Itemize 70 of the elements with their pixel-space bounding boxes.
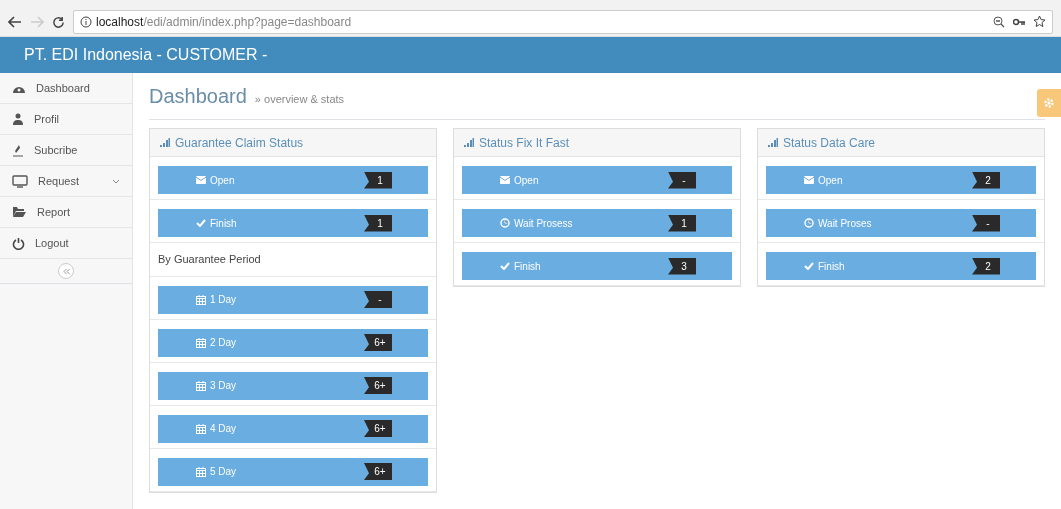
calendar-icon	[196, 423, 206, 434]
pen-icon	[12, 143, 24, 157]
clock-icon	[500, 218, 510, 228]
stat-button[interactable]: Wait Prosess 1	[462, 209, 732, 237]
sidebar-item[interactable]: Dashboard	[0, 73, 132, 104]
sidebar-item[interactable]: Profil	[0, 104, 132, 135]
monitor-icon	[12, 174, 28, 188]
back-icon[interactable]	[8, 13, 22, 30]
envelope-icon	[500, 176, 510, 184]
count-badge: 6+	[364, 377, 392, 394]
count-badge: 1	[364, 171, 392, 189]
check-icon	[804, 262, 814, 270]
stat-button[interactable]: 5 Day 6+	[158, 457, 428, 486]
stat-button[interactable]: Open -	[462, 166, 732, 194]
stat-button[interactable]: Wait Proses -	[766, 209, 1036, 237]
sidebar-item[interactable]: Subcribe	[0, 135, 132, 166]
calendar-icon	[196, 337, 206, 348]
stat-button[interactable]: Finish 2	[766, 252, 1036, 280]
count-badge: -	[364, 291, 392, 308]
chevron-down-icon	[112, 178, 120, 184]
page-title: Dashboard	[149, 84, 247, 109]
calendar-icon	[196, 294, 206, 305]
envelope-icon	[196, 176, 206, 184]
page-subtitle: » overview & stats	[254, 92, 345, 107]
count-badge: 2	[972, 171, 1000, 189]
count-badge: -	[668, 171, 696, 189]
count-badge: 6+	[364, 334, 392, 351]
folder-icon	[12, 206, 27, 218]
bar-chart-icon	[768, 138, 778, 147]
count-badge: -	[972, 214, 1000, 232]
count-badge: 1	[364, 214, 392, 232]
zoom-out-icon[interactable]	[993, 15, 1005, 28]
bar-chart-icon	[464, 138, 474, 147]
count-badge: 3	[668, 257, 696, 275]
stat-button[interactable]: Finish 1	[158, 209, 428, 237]
count-badge: 6+	[364, 463, 392, 480]
clock-icon	[804, 218, 814, 228]
stat-button[interactable]: 3 Day 6+	[158, 371, 428, 400]
key-icon[interactable]	[1013, 17, 1025, 26]
check-icon	[500, 262, 510, 270]
count-badge: 2	[972, 257, 1000, 275]
user-icon	[12, 113, 24, 125]
power-icon	[12, 236, 25, 250]
envelope-icon	[804, 176, 814, 184]
sidebar-item[interactable]: Logout	[0, 228, 132, 259]
star-icon[interactable]	[1033, 15, 1046, 28]
stat-button[interactable]: Open 1	[158, 166, 428, 194]
count-badge: 6+	[364, 420, 392, 437]
stat-button[interactable]: Finish 3	[462, 252, 732, 280]
panel-title: Status Fix It Fast	[479, 134, 570, 152]
double-chevron-left-icon	[62, 267, 70, 275]
section-heading: By Guarantee Period	[150, 243, 436, 277]
app-title: PT. EDI Indonesia - CUSTOMER -	[24, 45, 268, 65]
panel-title: Guarantee Claim Status	[175, 134, 304, 152]
calendar-icon	[196, 380, 206, 391]
stat-button[interactable]: 1 Day -	[158, 285, 428, 314]
sidebar-item[interactable]: Request	[0, 166, 132, 197]
stat-button[interactable]: 4 Day 6+	[158, 414, 428, 443]
address-bar[interactable]: localhost/edi/admin/index.php?page=dashboard	[73, 9, 1053, 34]
info-icon	[80, 15, 92, 28]
bar-chart-icon	[160, 138, 170, 147]
stat-button[interactable]: 2 Day 6+	[158, 328, 428, 357]
gear-icon	[1043, 97, 1055, 109]
calendar-icon	[196, 466, 206, 477]
url-text: localhost/edi/admin/index.php?page=dashboard	[96, 13, 352, 31]
check-icon	[196, 219, 206, 227]
sidebar-item[interactable]: Report	[0, 197, 132, 228]
stat-button[interactable]: Open 2	[766, 166, 1036, 194]
count-badge: 1	[668, 214, 696, 232]
panel-title: Status Data Care	[783, 134, 876, 152]
